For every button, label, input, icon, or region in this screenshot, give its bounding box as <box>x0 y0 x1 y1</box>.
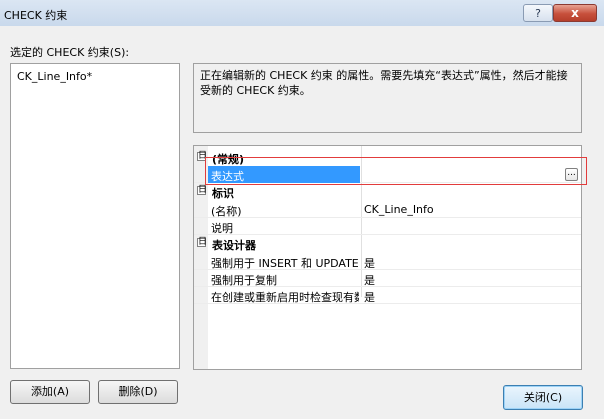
property-name: 表达式 <box>211 170 244 183</box>
expression-builder-button[interactable]: ... <box>565 168 578 181</box>
delete-button[interactable]: 删除(D) <box>98 380 178 404</box>
category-label: 表设计器 <box>212 239 256 252</box>
property-row-description[interactable]: 说明 <box>194 218 581 235</box>
list-item[interactable]: CK_Line_Info* <box>17 70 92 83</box>
property-row-enforce-insert-update[interactable]: 强制用于 INSERT 和 UPDATE 是 <box>194 253 581 270</box>
category-general[interactable]: 日 (常规) <box>194 149 581 166</box>
property-value[interactable]: 是 <box>364 255 375 271</box>
property-value[interactable]: 是 <box>364 289 375 305</box>
category-label: (常规) <box>212 153 245 166</box>
collapse-icon[interactable]: 日 <box>197 238 207 247</box>
selected-constraints-label: 选定的 CHECK 约束(S): <box>10 46 130 59</box>
property-name-selected[interactable]: 表达式 <box>208 166 360 183</box>
property-value[interactable]: 是 <box>364 272 375 288</box>
property-name: 强制用于 INSERT 和 UPDATE <box>211 257 359 270</box>
property-name: (名称) <box>211 205 242 218</box>
property-row-enforce-replication[interactable]: 强制用于复制 是 <box>194 270 581 287</box>
property-row-expression[interactable]: 表达式 ... <box>194 166 581 183</box>
category-label: 标识 <box>212 187 234 200</box>
help-button[interactable]: ? <box>523 4 553 22</box>
window-title: CHECK 约束 <box>4 9 68 22</box>
property-row-check-existing[interactable]: 在创建或重新启用时检查现有数据 是 <box>194 287 581 304</box>
window-close-button[interactable]: x <box>553 4 597 22</box>
property-name: 在创建或重新启用时检查现有数据 <box>211 291 359 304</box>
property-value[interactable]: CK_Line_Info <box>364 203 434 216</box>
property-name: 说明 <box>211 222 233 235</box>
property-row-name[interactable]: (名称) CK_Line_Info <box>194 201 581 218</box>
property-grid: 日 (常规) 表达式 ... 日 标识 (名称) CK_Line_Info 说明… <box>193 145 582 370</box>
category-identity[interactable]: 日 标识 <box>194 183 581 200</box>
collapse-icon[interactable]: 日 <box>197 186 207 195</box>
description-box: 正在编辑新的 CHECK 约束 的属性。需要先填充“表达式”属性，然后才能接受新… <box>193 63 582 133</box>
constraint-list[interactable]: CK_Line_Info* <box>10 63 180 369</box>
title-bar: CHECK 约束 ? x <box>0 0 604 26</box>
close-button[interactable]: 关闭(C) <box>503 385 583 410</box>
add-button[interactable]: 添加(A) <box>10 380 90 404</box>
collapse-icon[interactable]: 日 <box>197 152 207 161</box>
property-name: 强制用于复制 <box>211 274 277 287</box>
category-designer[interactable]: 日 表设计器 <box>194 235 581 252</box>
